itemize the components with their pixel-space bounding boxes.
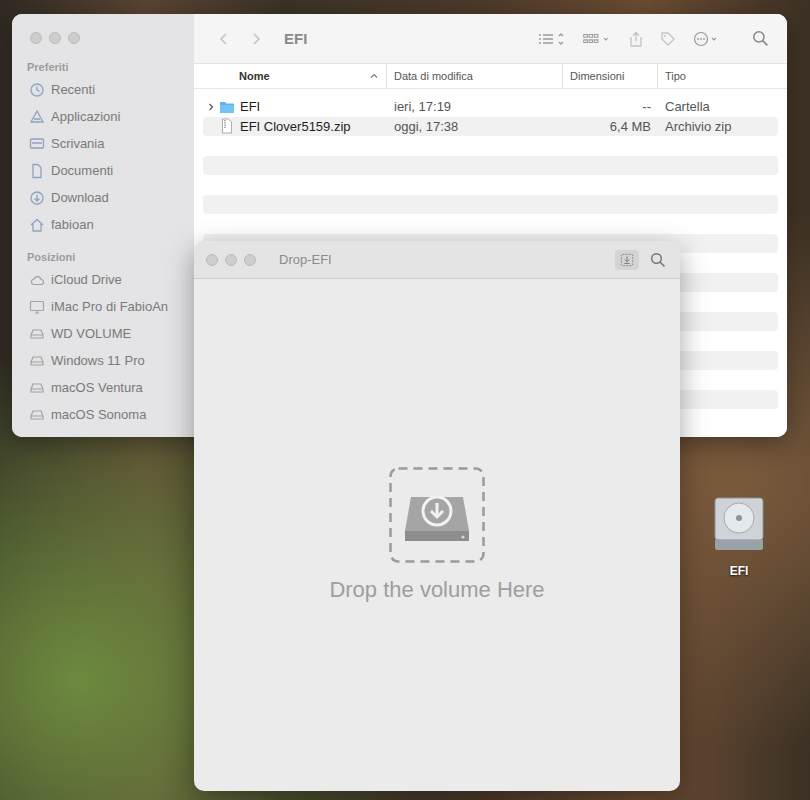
- sidebar-item[interactable]: Documenti: [27, 157, 194, 184]
- computer-icon: [29, 299, 45, 315]
- table-header: NomeData di modificaDimensioniTipo: [194, 64, 787, 89]
- disk-icon: [29, 407, 45, 423]
- hard-drive-icon: [712, 496, 766, 552]
- document-icon: [29, 163, 45, 179]
- sidebar-item[interactable]: iMac Pro di FabioAn: [27, 293, 194, 320]
- minimize-button[interactable]: [225, 254, 237, 266]
- close-button[interactable]: [30, 32, 42, 44]
- sidebar-item[interactable]: fabioan: [27, 211, 194, 238]
- column-header[interactable]: Dimensioni: [563, 64, 658, 88]
- desktop: PreferitiRecentiApplicazioniScrivaniaDoc…: [0, 0, 810, 800]
- drop-prompt: Drop the volume Here: [329, 577, 544, 603]
- window-controls: [27, 14, 194, 56]
- sidebar-heading: Posizioni: [27, 248, 194, 266]
- drop-drive-icon: [389, 467, 485, 563]
- sidebar-section: PosizioniiCloud DriveiMac Pro di FabioAn…: [27, 246, 194, 428]
- desktop-icon-label: EFI: [730, 564, 749, 578]
- recent-icon: [29, 82, 45, 98]
- column-header[interactable]: Nome: [203, 64, 387, 88]
- back-icon[interactable]: [216, 31, 232, 47]
- empty-row: [203, 195, 778, 215]
- zoom-button[interactable]: [68, 32, 80, 44]
- window-title: EFI: [284, 30, 307, 47]
- group-icon[interactable]: [582, 31, 612, 47]
- tag-icon[interactable]: [660, 31, 676, 47]
- disclosure-icon[interactable]: [206, 102, 216, 112]
- disk-icon: [29, 380, 45, 396]
- sidebar-heading: Preferiti: [27, 58, 194, 76]
- drop-zone[interactable]: Drop the volume Here: [194, 279, 680, 791]
- column-header[interactable]: Data di modifica: [387, 64, 563, 88]
- sidebar-item[interactable]: iCloud Drive: [27, 266, 194, 293]
- file-row[interactable]: EFI Clover5159.zipoggi, 17:386,4 MBArchi…: [203, 117, 778, 137]
- toolbar: EFI: [194, 14, 787, 64]
- close-button[interactable]: [206, 254, 218, 266]
- sidebar: PreferitiRecentiApplicazioniScrivaniaDoc…: [12, 14, 194, 437]
- window-title: Drop-EFI: [279, 252, 332, 267]
- file-row[interactable]: EFIieri, 17:19--Cartella: [203, 97, 778, 117]
- list-view-icon[interactable]: [536, 31, 566, 47]
- empty-row: [203, 214, 778, 234]
- desktop-volume[interactable]: EFI: [708, 496, 770, 578]
- search-icon[interactable]: [650, 252, 666, 268]
- sidebar-section: PreferitiRecentiApplicazioniScrivaniaDoc…: [27, 56, 194, 238]
- zip-file-icon: [219, 118, 235, 134]
- apps-icon: [29, 109, 45, 125]
- sidebar-item[interactable]: macOS Ventura: [27, 374, 194, 401]
- forward-icon[interactable]: [248, 31, 264, 47]
- more-icon[interactable]: [692, 31, 722, 47]
- title-bar: Drop-EFI: [194, 241, 680, 279]
- share-icon[interactable]: [628, 31, 644, 47]
- desktop-icon: [29, 136, 45, 152]
- folder-icon: [219, 99, 235, 115]
- select-volume-button[interactable]: [615, 250, 639, 270]
- column-header[interactable]: Tipo: [658, 64, 778, 88]
- minimize-button[interactable]: [49, 32, 61, 44]
- disk-icon: [29, 353, 45, 369]
- home-icon: [29, 217, 45, 233]
- cloud-icon: [29, 272, 45, 288]
- sidebar-item[interactable]: Applicazioni: [27, 103, 194, 130]
- empty-row: [203, 175, 778, 195]
- drop-window[interactable]: Drop-EFI Drop the volume Here: [194, 241, 680, 791]
- sidebar-item[interactable]: WD VOLUME: [27, 320, 194, 347]
- sidebar-item[interactable]: Recenti: [27, 76, 194, 103]
- sidebar-item[interactable]: Scrivania: [27, 130, 194, 157]
- sidebar-item[interactable]: Windows 11 Pro: [27, 347, 194, 374]
- select-icon: [620, 253, 634, 267]
- empty-row: [203, 136, 778, 156]
- sidebar-item[interactable]: Download: [27, 184, 194, 211]
- empty-row: [203, 156, 778, 176]
- search-icon[interactable]: [752, 30, 769, 47]
- sidebar-item[interactable]: macOS Sonoma: [27, 401, 194, 428]
- sort-chevron-icon: [369, 71, 379, 81]
- zoom-button[interactable]: [244, 254, 256, 266]
- disk-icon: [29, 326, 45, 342]
- download-icon: [29, 190, 45, 206]
